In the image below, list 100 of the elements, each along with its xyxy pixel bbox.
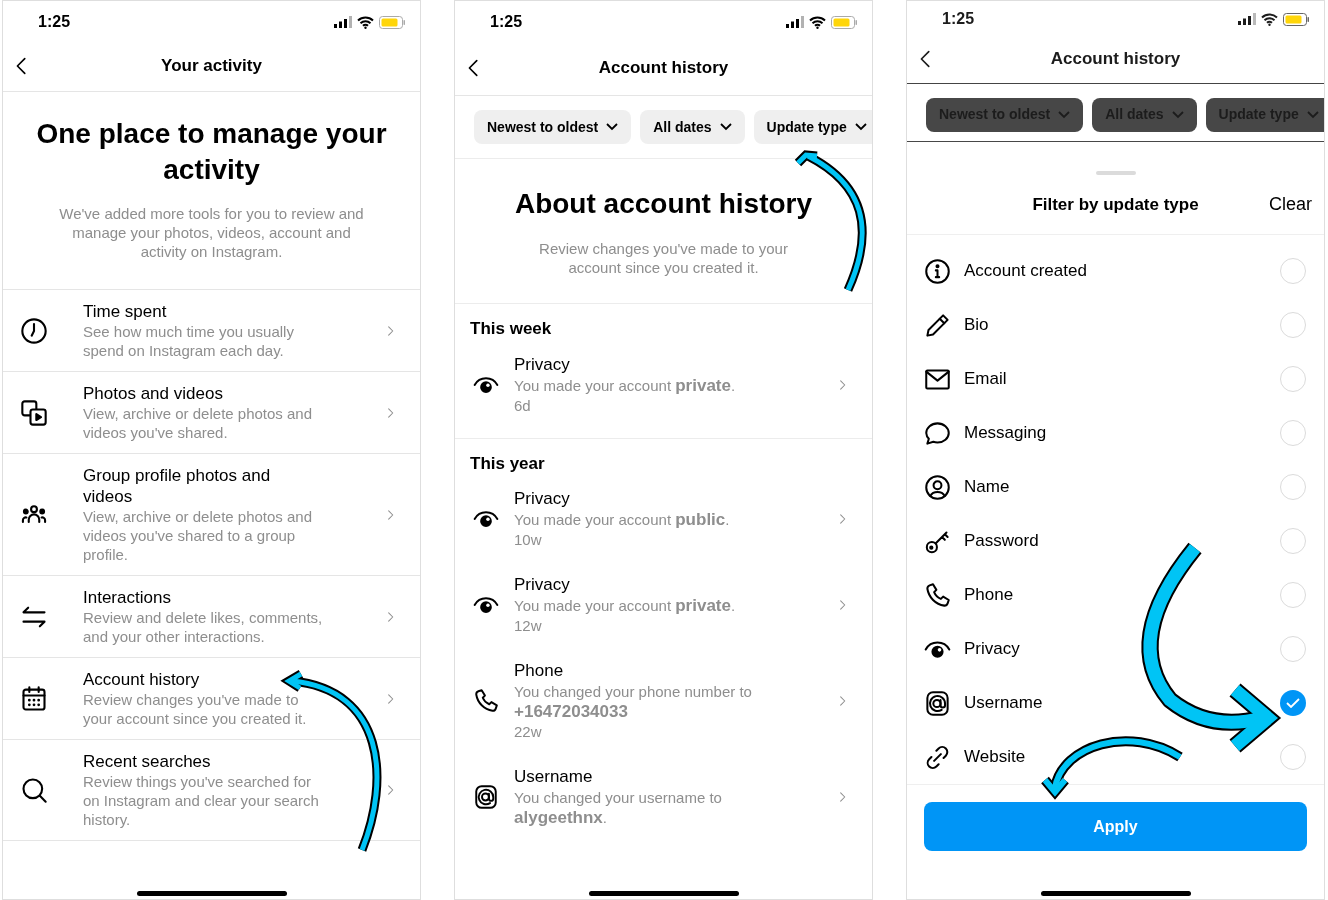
about-description: Review changes you've made to your account since you created it. (538, 239, 789, 277)
screen-title: Account history (1050, 48, 1181, 71)
status-time: 1:25 (942, 9, 975, 30)
search-icon (20, 776, 48, 804)
history-entry[interactable]: Privacy You made your account private. 12w (455, 562, 872, 648)
filter-option[interactable]: Bio (907, 298, 1324, 352)
wifi-icon (809, 15, 826, 29)
filter-option[interactable]: Website (907, 730, 1324, 784)
photos-icon (20, 398, 48, 427)
at-sign-icon (924, 689, 951, 717)
item-title: Group profile photos and videos (83, 465, 272, 507)
battery-icon (379, 15, 406, 29)
wifi-icon (1261, 12, 1278, 26)
filter-option[interactable]: Name (907, 460, 1324, 514)
signal-icon (1238, 13, 1256, 26)
chevron-down-icon (1171, 110, 1184, 119)
clock-icon (20, 316, 48, 345)
option-label: Password (964, 530, 1040, 553)
chevron-down-icon (606, 123, 619, 131)
speech-bubble-icon (924, 419, 951, 447)
item-description: Review and delete likes, comments, and your other interactions. (83, 608, 323, 646)
status-time: 1:25 (490, 12, 523, 32)
history-entry[interactable]: Privacy You made your account public. 10w (455, 476, 872, 562)
clear-button[interactable]: Clear (1269, 191, 1312, 218)
item-description: View, archive or delete photos and videos you've shared. (83, 404, 314, 442)
entry-title: Privacy (514, 574, 571, 596)
filter-option[interactable]: Password (907, 514, 1324, 568)
entry-time: 22w (514, 722, 543, 742)
hero-description: We've added more tools for you to review and manage your photos, videos, account and activity on Instagram. (58, 204, 365, 261)
entry-description: You made your account public. (514, 510, 731, 530)
option-label: Privacy (964, 638, 1021, 661)
activity-list-item[interactable]: Recent searches Review things you've searched for on Instagram and clear your search history. (3, 740, 420, 841)
about-heading: About account history (514, 187, 813, 221)
filter-dropdown[interactable]: Update type (753, 110, 872, 144)
filter-option[interactable]: Privacy (907, 622, 1324, 676)
entry-description: You changed your phone number to +16472034033 (514, 682, 753, 722)
radio-button[interactable] (1280, 690, 1306, 716)
entry-time: 10w (514, 530, 543, 550)
filter-dropdown[interactable]: Newest to oldest (474, 110, 632, 144)
battery-icon (831, 15, 858, 29)
option-label: Bio (964, 314, 990, 337)
battery-icon (1283, 12, 1310, 26)
activity-list-item[interactable]: Time spent See how much time you usually spend on Instagram each day. (3, 290, 420, 372)
option-label: Website (964, 746, 1027, 769)
activity-list-item[interactable]: Interactions Review and delete likes, comments, and your other interactions. (3, 576, 420, 658)
chevron-down-icon (1306, 110, 1319, 119)
item-title: Photos and videos (83, 383, 224, 404)
sheet-title: Filter by update type (1032, 193, 1199, 216)
signal-icon (786, 16, 804, 28)
history-entry[interactable]: Username You changed your username to alygeethnx. (455, 754, 872, 840)
filter-option[interactable]: Phone (907, 568, 1324, 622)
item-title: Recent searches (83, 751, 212, 772)
option-label: Phone (964, 584, 1015, 607)
chevron-down-icon (1058, 110, 1071, 119)
item-description: View, archive or delete photos and videos you've shared to a group profile. (83, 507, 314, 564)
drag-handle[interactable] (1095, 171, 1136, 175)
item-title: Interactions (83, 587, 172, 608)
activity-list-item[interactable]: Group profile photos and videos View, archive or delete photos and videos you've shared to a group profile. (3, 454, 420, 576)
entry-description: You changed your username to alygeethnx. (514, 788, 723, 828)
signal-icon (334, 16, 352, 28)
at-sign-icon (473, 784, 499, 810)
option-label: Account created (964, 260, 1088, 283)
entry-title: Privacy (514, 353, 571, 376)
activity-list-item[interactable]: Account history Review changes you've made to your account since you created it. (3, 658, 420, 740)
screen-title: Your activity (161, 55, 262, 78)
filter-option[interactable]: Messaging (907, 406, 1324, 460)
option-label: Username (964, 692, 1044, 715)
chevron-down-icon (719, 123, 732, 131)
filter-option[interactable]: Email (907, 352, 1324, 406)
checkmark-icon (1286, 698, 1300, 708)
filter-dropdown[interactable]: All dates (640, 110, 745, 144)
entry-description: You made your account private. (514, 596, 737, 616)
pencil-icon (924, 311, 951, 339)
status-time: 1:25 (38, 12, 71, 32)
item-description: See how much time you usually spend on Instagram each day. (83, 322, 295, 360)
item-description: Review changes you've made to your account since you created it. (83, 690, 308, 728)
screen-title: Account history (598, 57, 729, 80)
person-icon (924, 473, 951, 501)
history-entry[interactable]: Phone You changed your phone number to +16472034033 22w (455, 648, 872, 754)
option-label: Name (964, 476, 1011, 499)
hero-heading: One place to manage your activity (35, 117, 388, 187)
activity-list-item[interactable]: Photos and videos View, archive or delete photos and videos you've shared. (3, 372, 420, 454)
section-heading: This year (469, 452, 546, 475)
wifi-icon (357, 15, 374, 29)
entry-time: 12w (514, 616, 543, 636)
item-description: Review things you've searched for on Instagram and clear your search history. (83, 772, 320, 829)
section-heading: This week (469, 318, 553, 340)
phone-icon (924, 581, 951, 609)
entry-description: You made your account private. (514, 375, 737, 396)
item-title: Account history (83, 669, 201, 690)
history-entry[interactable]: Privacy You made your account private. 6d (455, 341, 872, 428)
info-icon (924, 257, 951, 285)
entry-title: Phone (514, 660, 565, 682)
entry-time: 6d (514, 395, 532, 416)
filter-option[interactable]: Username (907, 676, 1324, 730)
entry-title: Username (514, 766, 594, 788)
filter-option[interactable]: Account created (907, 244, 1324, 298)
option-label: Email (964, 368, 1008, 391)
calendar-icon (20, 684, 48, 713)
entry-title: Privacy (514, 488, 571, 510)
